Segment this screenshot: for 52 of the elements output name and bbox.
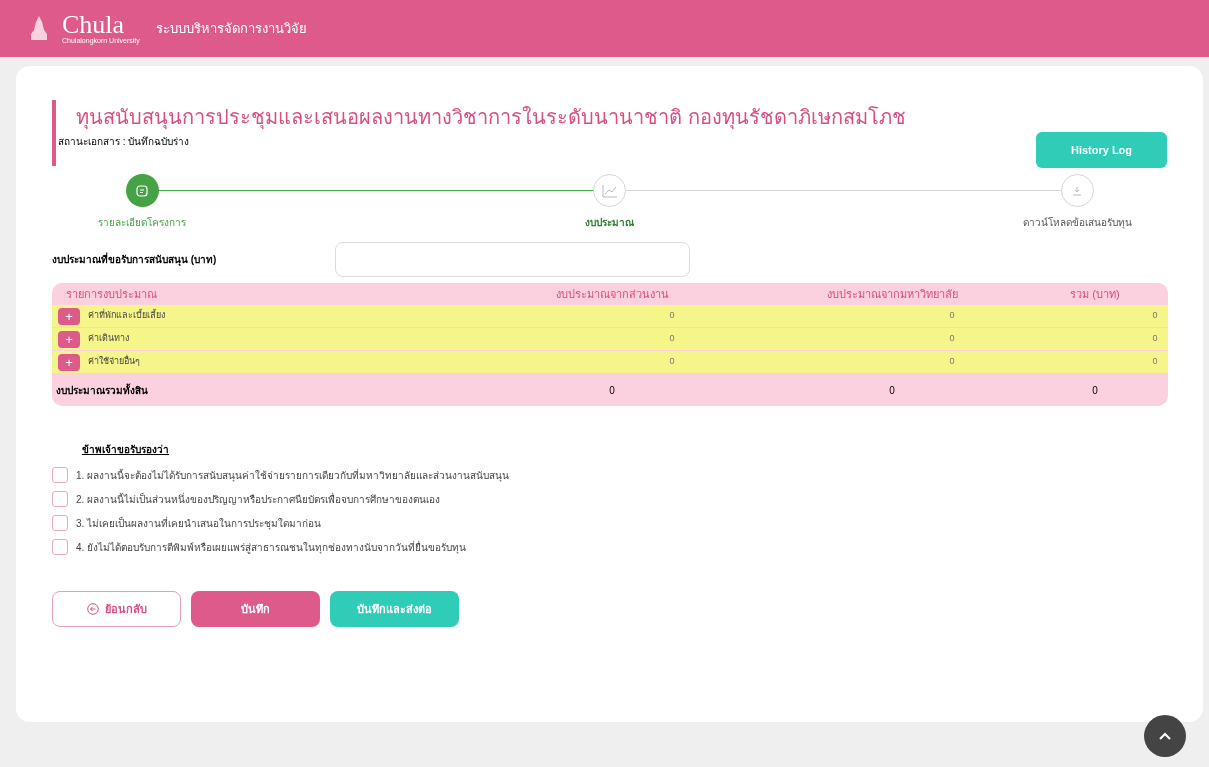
save-button[interactable]: บันทึก	[191, 591, 320, 627]
back-button[interactable]: ย้อนกลับ	[52, 591, 181, 627]
step-label: รายละเอียดโครงการ	[98, 216, 186, 230]
add-button[interactable]: +	[58, 307, 80, 325]
table-cell-text: 0	[948, 355, 956, 369]
column-header: งบประมาณจากมหาวิทยาลัย	[825, 286, 959, 302]
table-cell-text: 0	[668, 332, 676, 346]
checkbox[interactable]	[52, 515, 68, 531]
checkbox[interactable]	[52, 539, 68, 555]
logo-text: Chula	[62, 13, 125, 37]
emblem-icon	[28, 14, 50, 43]
table-cell-text: งบประมาณรวมทั้งสิน	[55, 382, 149, 398]
table-cell: ค่าที่พักและเบี้ยเลี้ยง	[88, 309, 165, 323]
checkbox-label: 3. ไม่เคยเป็นผลงานที่เคยนำเสนอในการประชุมใดมาก่อน	[76, 515, 322, 531]
table-cell-text: 0	[1151, 355, 1159, 369]
add-button[interactable]: +	[58, 353, 80, 371]
document-status: สถานะเอกสาร : บันทึกฉบับร่าง	[58, 135, 191, 149]
table-cell-text: 0	[1151, 332, 1159, 346]
back-arrow-icon	[86, 603, 99, 615]
column-header: รายการงบประมาณ	[65, 286, 158, 302]
chevron-up-icon	[1158, 731, 1172, 741]
certification-heading: ข้าพเจ้าขอรับรองว่า	[82, 443, 170, 457]
system-name: ระบบบริหารจัดการงานวิจัย	[155, 19, 307, 38]
field-label: งบประมาณที่ขอรับการสนับสนุน (บาท)	[52, 252, 218, 267]
line-chart-icon	[601, 183, 618, 198]
table-cell-text: 0	[888, 383, 896, 398]
step-label: งบประมาณ	[585, 216, 634, 230]
page-title: ทุนสนับสนุนการประชุมและเสนอผลงานทางวิชาการในระดับนานาชาติ กองทุนรัชดาภิเษกสมโภช	[76, 105, 906, 130]
download-icon	[1072, 185, 1082, 196]
checkbox-label: 1. ผลงานนี้จะต้องไม่ได้รับการสนับสนุนค่าใช้จ่ายรายการเดียวกับที่มหาวิทยาลัยและส่วนงานสนับสนุน	[76, 467, 510, 483]
scroll-to-top-button[interactable]	[1144, 715, 1186, 757]
table-cell-text: 0	[1091, 383, 1099, 398]
checkbox[interactable]	[52, 467, 68, 483]
table-cell-text: 0	[668, 309, 676, 323]
checkbox-label: 4. ยังไม่ได้ตอบรับการตีพิมพ์หรือเผยแพร่สู่สาธารณชนในทุกช่องทางนับจากวันที่ยื่นขอรับทุน	[76, 539, 467, 555]
step-label: ดาวน์โหลดข้อเสนอรับทุน	[1022, 216, 1132, 230]
document-icon	[135, 183, 149, 198]
add-button[interactable]: +	[58, 330, 80, 348]
table-cell-text: 0	[1151, 309, 1159, 323]
save-and-submit-button[interactable]: บันทึกและส่งต่อ	[330, 591, 459, 627]
table-cell-text: 0	[608, 383, 616, 398]
history-log-button[interactable]: History Log	[1036, 132, 1167, 168]
table-cell: ค่าใช้จ่ายอื่นๆ	[88, 355, 140, 369]
column-header: รวม (บาท)	[1069, 286, 1121, 302]
table-cell-text: 0	[668, 355, 676, 369]
budget-input-field[interactable]	[335, 242, 690, 277]
column-header: งบประมาณจากส่วนงาน	[554, 286, 670, 302]
checkbox-label: 2. ผลงานนี้ไม่เป็นส่วนหนึ่งของปริญญาหรือประกาศนียบัตรเพื่อจบการศึกษาของตนเอง	[76, 491, 441, 507]
checkbox[interactable]	[52, 491, 68, 507]
table-cell-text: 0	[948, 309, 956, 323]
table-cell-text: 0	[948, 332, 956, 346]
table-cell: ค่าเดินทาง	[88, 332, 129, 346]
